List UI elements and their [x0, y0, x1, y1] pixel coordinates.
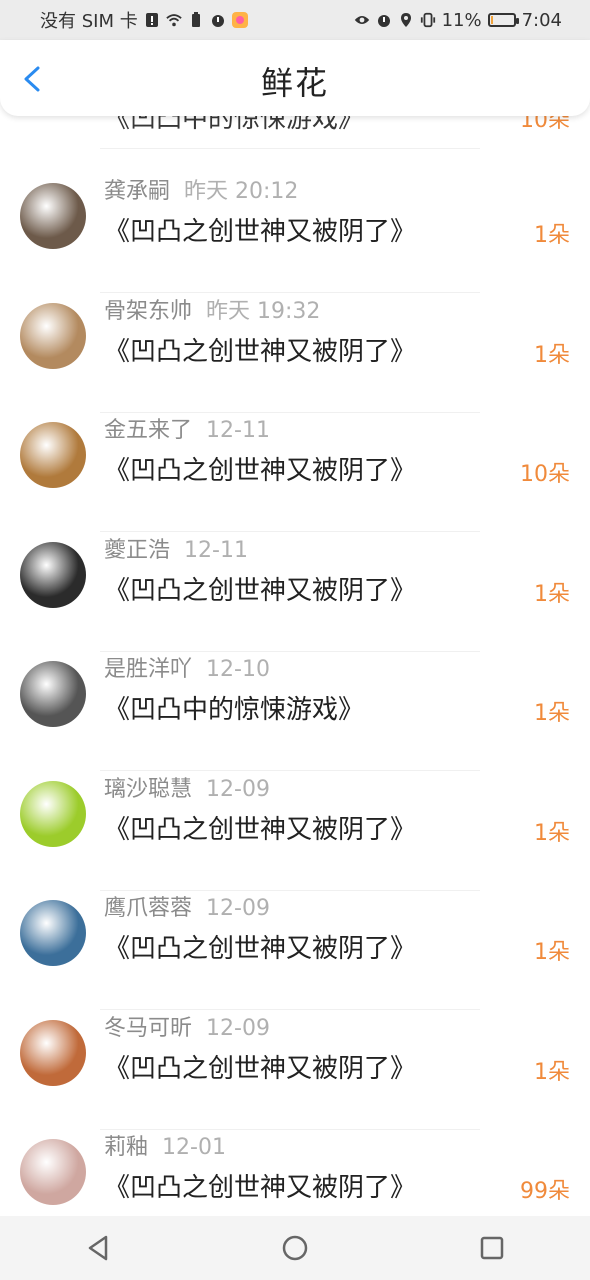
timestamp: 12-11 [206, 418, 270, 443]
clock: 7:04 [521, 9, 562, 31]
list-item[interactable]: 冬马可昕 12-09 《凹凸之创世神又被阴了》 1朵 [0, 1010, 590, 1130]
list-item[interactable]: 龚承嗣 昨天 20:12 《凹凸之创世神又被阴了》 1朵 [0, 173, 590, 293]
alarm-icon [376, 12, 392, 28]
user-name[interactable]: 莉釉 12-01 [104, 1129, 226, 1161]
home-circle-icon [282, 1235, 308, 1261]
user-name-text[interactable]: 璃沙聪慧 [104, 777, 192, 802]
user-name[interactable]: 璃沙聪慧 12-09 [104, 771, 270, 803]
flower-count: 1朵 [534, 342, 570, 368]
timestamp: 12-10 [206, 657, 270, 682]
avatar[interactable] [20, 900, 86, 966]
avatar[interactable] [20, 302, 86, 369]
flower-count: 1朵 [534, 581, 570, 607]
flower-count: 10朵 [520, 116, 570, 133]
user-name-text[interactable]: 金五来了 [104, 418, 192, 443]
avatar[interactable] [20, 1139, 86, 1205]
flower-count: 99朵 [520, 1179, 570, 1204]
timestamp: 12-01 [162, 1135, 226, 1160]
eye-icon [354, 12, 370, 28]
app-notification-icon [231, 12, 248, 28]
flower-count: 1朵 [534, 701, 570, 726]
flower-count: 1朵 [534, 820, 570, 846]
user-name[interactable]: 骨架东帅 昨天 19:32 [104, 293, 320, 325]
flower-list: 《凹凸中的惊悚游戏》 10朵 龚承嗣 昨天 20:12 《凹凸之创世神又被阴了》 1朵… [0, 116, 590, 1216]
avatar[interactable] [20, 1019, 86, 1086]
book-title[interactable]: 《凹凸之创世神又被阴了》 [104, 570, 416, 607]
list-item[interactable]: 鹰爪蓉蓉 12-09 《凹凸之创世神又被阴了》 1朵 [0, 890, 590, 1010]
user-name-text[interactable]: 鹰爪蓉蓉 [104, 896, 192, 921]
nav-back-button[interactable] [78, 1228, 118, 1268]
carrier-text: 没有 SIM 卡 [40, 11, 138, 32]
back-triangle-icon [89, 1235, 108, 1261]
list-item[interactable]: 璃沙聪慧 12-09 《凹凸之创世神又被阴了》 1朵 [0, 771, 590, 891]
user-name-text[interactable]: 莉釉 [104, 1135, 148, 1160]
book-title: 《凹凸中的惊悚游戏》 [104, 116, 365, 134]
battery-saver-icon [188, 12, 204, 28]
book-title[interactable]: 《凹凸中的惊悚游戏》 [104, 689, 364, 726]
timestamp: 昨天 19:32 [206, 298, 321, 324]
battery-level [490, 16, 493, 24]
list-item[interactable]: 骨架东帅 昨天 19:32 《凹凸之创世神又被阴了》 1朵 [0, 293, 590, 413]
timestamp: 昨天 20:12 [184, 179, 299, 204]
list-item[interactable]: 金五来了 12-11 《凹凸之创世神又被阴了》 10朵 [0, 412, 590, 532]
user-name[interactable]: 金五来了 12-11 [104, 412, 270, 444]
avatar[interactable] [20, 541, 86, 608]
status-left: 没有 SIM 卡 [40, 7, 248, 33]
wifi-icon [166, 12, 182, 28]
book-title[interactable]: 《凹凸之创世神又被阴了》 [104, 1048, 416, 1085]
user-name[interactable]: 是胜洋吖 12-10 [104, 651, 270, 683]
header: 鲜花 [0, 40, 590, 116]
timestamp: 12-09 [206, 1015, 270, 1041]
status-right: 11% 7:04 [354, 10, 562, 31]
user-name[interactable]: 夔正浩 12-11 [104, 532, 248, 564]
list-item-partial[interactable]: 《凹凸中的惊悚游戏》 10朵 [0, 116, 590, 149]
user-name[interactable]: 龚承嗣 昨天 20:12 [104, 173, 298, 205]
flower-count: 10朵 [520, 462, 570, 487]
battery-icon [487, 13, 519, 27]
book-title[interactable]: 《凹凸之创世神又被阴了》 [104, 211, 416, 248]
user-name-text[interactable]: 骨架东帅 [104, 299, 192, 324]
alarm-icon [210, 12, 226, 28]
page-title: 鲜花 [260, 64, 329, 102]
book-title[interactable]: 《凹凸之创世神又被阴了》 [104, 331, 416, 368]
flower-count: 1朵 [534, 1059, 570, 1085]
user-name[interactable]: 冬马可昕 12-09 [104, 1010, 270, 1042]
list-item[interactable]: 夔正浩 12-11 《凹凸之创世神又被阴了》 1朵 [0, 532, 590, 652]
timestamp: 12-09 [206, 776, 270, 802]
book-title[interactable]: 《凹凸之创世神又被阴了》 [104, 928, 416, 965]
timestamp: 12-09 [206, 896, 270, 921]
user-name[interactable]: 鹰爪蓉蓉 12-09 [104, 890, 270, 922]
user-name-text[interactable]: 龚承嗣 [104, 179, 170, 204]
book-title[interactable]: 《凹凸之创世神又被阴了》 [104, 809, 416, 846]
recents-square-icon [480, 1236, 503, 1260]
book-title[interactable]: 《凹凸之创世神又被阴了》 [104, 450, 416, 487]
user-name-text[interactable]: 夔正浩 [104, 538, 170, 563]
timestamp: 12-11 [184, 537, 248, 563]
status-bar: 没有 SIM 卡 11% 7:04 [0, 0, 590, 40]
user-name-text[interactable]: 冬马可昕 [104, 1016, 192, 1041]
avatar[interactable] [20, 661, 86, 727]
flower-count: 1朵 [534, 223, 570, 248]
sim-warning-icon [144, 12, 160, 28]
battery-percent: 11% [441, 9, 482, 31]
list-item[interactable]: 莉釉 12-01 《凹凸之创世神又被阴了》 99朵 [0, 1129, 590, 1216]
avatar[interactable] [20, 183, 86, 249]
nav-recents-button[interactable] [472, 1228, 512, 1268]
location-icon [398, 12, 414, 28]
nav-home-button[interactable] [275, 1228, 315, 1268]
divider [100, 148, 480, 149]
avatar[interactable] [20, 780, 86, 847]
book-title[interactable]: 《凹凸之创世神又被阴了》 [104, 1167, 416, 1204]
user-name-text[interactable]: 是胜洋吖 [104, 657, 192, 682]
flower-count: 1朵 [534, 940, 570, 965]
list-item[interactable]: 是胜洋吖 12-10 《凹凸中的惊悚游戏》 1朵 [0, 651, 590, 771]
system-nav-bar [0, 1216, 590, 1280]
vibrate-icon [420, 12, 436, 28]
avatar[interactable] [20, 422, 86, 488]
